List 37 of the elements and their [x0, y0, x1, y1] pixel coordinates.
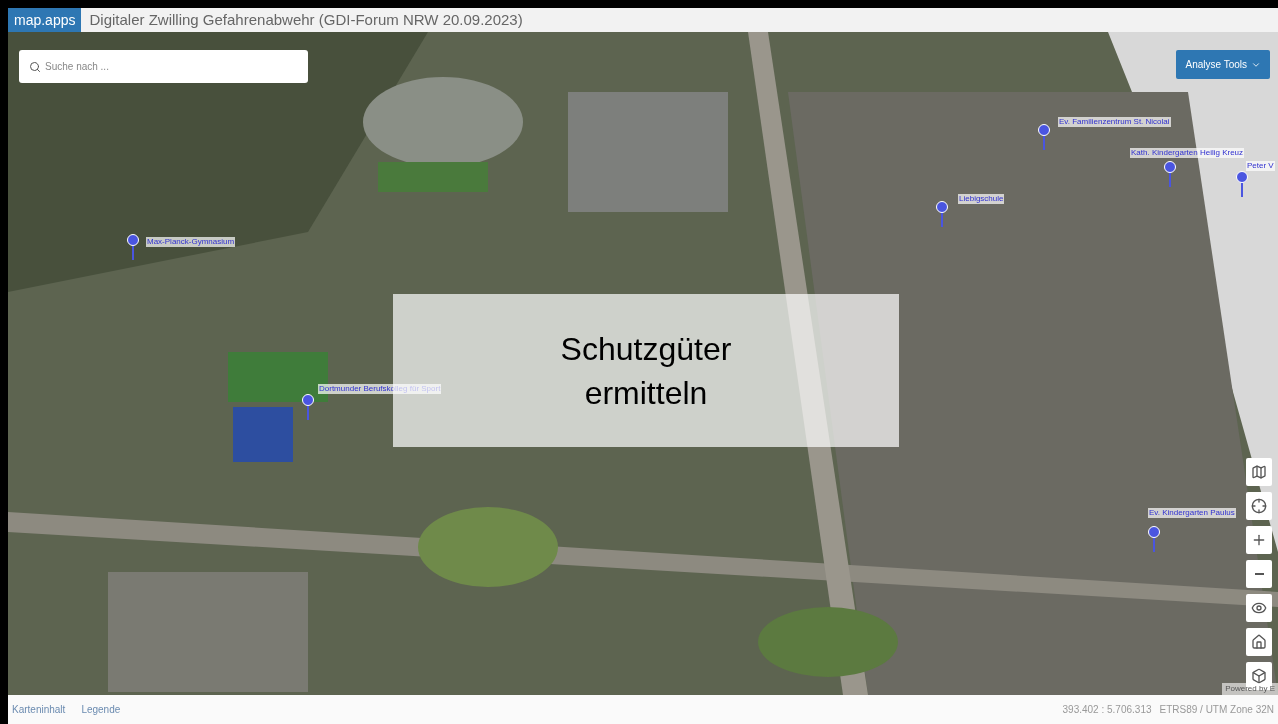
map-pin-icon[interactable]: [936, 201, 948, 227]
app-logo: map.apps: [8, 8, 82, 32]
map-gallery-icon: [1251, 464, 1267, 480]
poi-label: Ev. Familienzentrum St. Nicolai: [1058, 117, 1171, 127]
map-control-button[interactable]: [1246, 560, 1272, 588]
coordinates-text: 393.402 : 5.706.313: [1062, 703, 1152, 717]
map-pin-icon[interactable]: [302, 394, 314, 420]
analyse-tools-button[interactable]: Analyse Tools: [1176, 50, 1270, 79]
map-control-button[interactable]: [1246, 458, 1272, 486]
map-pin-icon[interactable]: [1164, 161, 1176, 187]
caption-text: Schutzgüter: [560, 329, 732, 369]
map-control-button[interactable]: [1246, 492, 1272, 520]
poi-label: Liebigschule: [958, 194, 1005, 204]
spatial-reference-text: ETRS89 / UTM Zone 32N: [1159, 703, 1274, 717]
locate-icon: [1251, 498, 1267, 514]
search-field[interactable]: Suche nach ...: [19, 50, 308, 83]
poi-label: Ev. Kindergarten Paulus: [1148, 508, 1236, 518]
footer-tab[interactable]: Legende: [81, 702, 121, 717]
home-icon: [1251, 634, 1267, 650]
caption-text: ermitteln: [584, 373, 708, 413]
footer-tab[interactable]: Karteninhalt: [12, 702, 66, 717]
search-icon: [29, 61, 41, 73]
map-control-button[interactable]: [1246, 628, 1272, 656]
map-control-button[interactable]: [1246, 526, 1272, 554]
map-pin-icon[interactable]: [1148, 526, 1160, 552]
eye-icon: [1251, 600, 1267, 616]
map-pin-icon[interactable]: [1038, 124, 1050, 150]
map-pin-icon[interactable]: [1236, 171, 1248, 197]
attribution-text: Powered by E: [1222, 683, 1278, 695]
map-pin-icon[interactable]: [127, 234, 139, 260]
poi-label: Kath. Kindergarten Heilig Kreuz: [1130, 148, 1245, 158]
poi-label: Peter V: [1246, 161, 1275, 171]
poi-label: Max-Planck-Gymnasium: [146, 237, 236, 247]
cube-icon: [1251, 668, 1267, 684]
map-control-button[interactable]: [1246, 594, 1272, 622]
zoom-in-icon: [1251, 532, 1267, 548]
window-title: Digitaler Zwilling Gefahrenabwehr (GDI-Forum NRW 20.09.2023): [88, 9, 524, 30]
